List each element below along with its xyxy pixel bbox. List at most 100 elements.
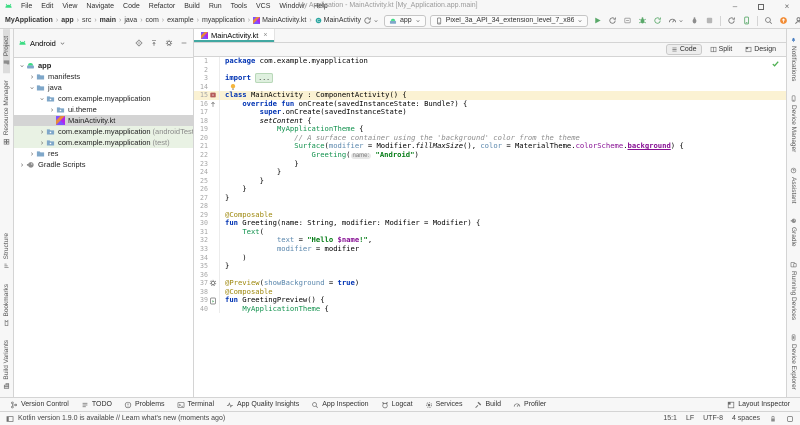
menu-edit[interactable]: Edit — [37, 3, 57, 10]
run-button[interactable] — [592, 15, 603, 26]
project-view-selector[interactable]: Android — [30, 39, 56, 48]
locate-file-button[interactable] — [134, 38, 144, 48]
menu-tools[interactable]: Tools — [227, 3, 251, 10]
close-tab-icon[interactable]: × — [263, 32, 267, 39]
sync-project-button[interactable] — [726, 15, 737, 26]
code-line-2[interactable]: 2 — [194, 65, 786, 75]
breadcrumb-mainactivity[interactable]: C MainActivity — [314, 17, 362, 24]
menu-refactor[interactable]: Refactor — [145, 3, 179, 10]
menu-run[interactable]: Run — [205, 3, 226, 10]
toolwindow-todo[interactable]: TODO — [75, 398, 118, 411]
tree-item-mainactivity-kt[interactable]: MainActivity.kt — [14, 115, 193, 126]
settings-button[interactable] — [164, 38, 174, 48]
code-editor[interactable]: 1 package com.example.myapplication 2 3 impo… — [194, 57, 786, 397]
menu-vcs[interactable]: VCS — [252, 3, 274, 10]
stripe-item-gradle[interactable]: Gradle — [790, 210, 797, 254]
stripe-item-notifications[interactable]: Notifications — [790, 29, 797, 88]
code-line-30[interactable]: 30 fun Greeting(name: String, modifier: M… — [194, 219, 786, 228]
menu-view[interactable]: View — [58, 3, 81, 10]
breadcrumb-src[interactable]: src — [81, 17, 92, 24]
toolwindow-version-control[interactable]: Version Control — [4, 398, 75, 411]
breadcrumb-myapplication[interactable]: myapplication — [201, 17, 246, 24]
tree-item-com-example-myapplication[interactable]: com.example.myapplication (test) — [14, 137, 193, 148]
mode-code-button[interactable]: Code — [665, 44, 702, 55]
inspection-ok-icon[interactable] — [771, 59, 780, 68]
minimize-button[interactable]: – — [722, 0, 748, 13]
close-button[interactable]: × — [774, 0, 800, 13]
run-preview-gutter-icon[interactable] — [209, 297, 217, 305]
code-line-40[interactable]: 40 MyApplicationTheme { — [194, 304, 786, 314]
tree-item-ui-theme[interactable]: ui.theme — [14, 104, 193, 115]
breadcrumb-myapplication[interactable]: MyApplication — [4, 17, 54, 24]
code-line-35[interactable]: 35} — [194, 261, 786, 271]
toolwindow-app-inspection[interactable]: App Inspection — [305, 398, 374, 411]
indent-setting[interactable]: 4 spaces — [732, 415, 760, 422]
code-line-27[interactable]: 27} — [194, 193, 786, 203]
menu-code[interactable]: Code — [119, 3, 144, 10]
toolwindow-build[interactable]: Build — [468, 398, 507, 411]
stripe-item-build-variants[interactable]: Build Variants — [3, 333, 10, 397]
code-line-34[interactable]: 34 ) — [194, 253, 786, 263]
sync-button[interactable] — [362, 15, 380, 26]
hide-button[interactable] — [179, 38, 189, 48]
tree-item-com-example-myapplication[interactable]: com.example.myapplication — [14, 93, 193, 104]
toolwindow-app-quality-insights[interactable]: App Quality Insights — [220, 398, 305, 411]
stripe-item-resource-manager[interactable]: Resource Manager — [3, 73, 10, 152]
stripe-item-device-manager[interactable]: Device Manager — [790, 88, 797, 159]
stripe-item-running-devices[interactable]: Running Devices — [790, 254, 797, 327]
breadcrumb-java[interactable]: java — [123, 17, 138, 24]
tree-item-res[interactable]: res — [14, 148, 193, 159]
highlighting-level-icon[interactable] — [786, 415, 794, 423]
code-line-24[interactable]: 24 } — [194, 167, 786, 177]
tree-item-manifests[interactable]: manifests — [14, 71, 193, 82]
collapse-all-button[interactable] — [149, 38, 159, 48]
stripe-item-structure[interactable]: Structure — [3, 226, 10, 276]
mode-design-button[interactable]: Design — [740, 44, 781, 55]
toolwindow-logcat[interactable]: Logcat — [375, 398, 419, 411]
code-line-25[interactable]: 25 } — [194, 176, 786, 186]
stop-button[interactable] — [704, 15, 715, 26]
stripe-item-assistant[interactable]: Assistant — [790, 160, 797, 210]
apply-code-changes-button[interactable] — [652, 15, 663, 26]
gear-gutter-icon[interactable] — [209, 279, 217, 287]
available-updates-button[interactable] — [778, 15, 789, 26]
apply-changes-button[interactable] — [607, 15, 618, 26]
code-line-1[interactable]: 1 package com.example.myapplication — [194, 57, 786, 66]
caret-position[interactable]: 15:1 — [663, 415, 677, 422]
toolwindow-layout-inspector[interactable]: Layout Inspector — [721, 401, 796, 409]
breadcrumb-mainactivity-kt[interactable]: MainActivity.kt — [252, 17, 307, 24]
toolwindow-problems[interactable]: Problems — [118, 398, 171, 411]
attach-debugger-button[interactable] — [689, 15, 700, 26]
lock-icon[interactable] — [769, 415, 777, 423]
menu-file[interactable]: File — [17, 3, 36, 10]
code-line-3[interactable]: 3 import ... — [194, 73, 786, 84]
activity-marker-gutter-icon[interactable] — [209, 91, 217, 99]
stripe-item-project[interactable]: Project — [3, 29, 10, 74]
profiler-button[interactable] — [667, 15, 685, 26]
line-separator[interactable]: LF — [686, 415, 694, 422]
breadcrumb-app[interactable]: app — [60, 17, 74, 24]
stripe-item-bookmarks[interactable]: Bookmarks — [3, 277, 10, 334]
menu-navigate[interactable]: Navigate — [82, 3, 118, 10]
file-encoding[interactable]: UTF-8 — [703, 415, 723, 422]
status-message[interactable]: Kotlin version 1.9.0 is available // Lea… — [18, 415, 225, 422]
override-gutter-icon[interactable] — [209, 100, 217, 108]
toolwindow-services[interactable]: Services — [419, 398, 469, 411]
toolwindow-terminal[interactable]: Terminal — [171, 398, 220, 411]
run-configuration-select[interactable]: app — [384, 14, 426, 27]
toolwindow-profiler[interactable]: Profiler — [507, 398, 552, 411]
code-line-33[interactable]: 33 modifier = modifier — [194, 244, 786, 254]
maximize-button[interactable] — [748, 0, 774, 13]
tree-item-com-example-myapplication[interactable]: com.example.myapplication (androidTest) — [14, 126, 193, 137]
profile-button[interactable] — [793, 15, 800, 26]
restart-activity-button[interactable] — [622, 15, 633, 26]
debug-button[interactable] — [637, 15, 648, 26]
code-line-28[interactable]: 28 — [194, 202, 786, 211]
tree-item-app[interactable]: app — [14, 60, 193, 71]
menu-build[interactable]: Build — [180, 3, 204, 10]
mode-split-button[interactable]: Split — [705, 44, 738, 55]
code-line-23[interactable]: 23 } — [194, 159, 786, 169]
code-line-37[interactable]: 37 @Preview(showBackground = true) — [194, 278, 786, 288]
tree-item-gradle-scripts[interactable]: Gradle Scripts — [14, 159, 193, 170]
breadcrumb-main[interactable]: main — [99, 17, 117, 24]
